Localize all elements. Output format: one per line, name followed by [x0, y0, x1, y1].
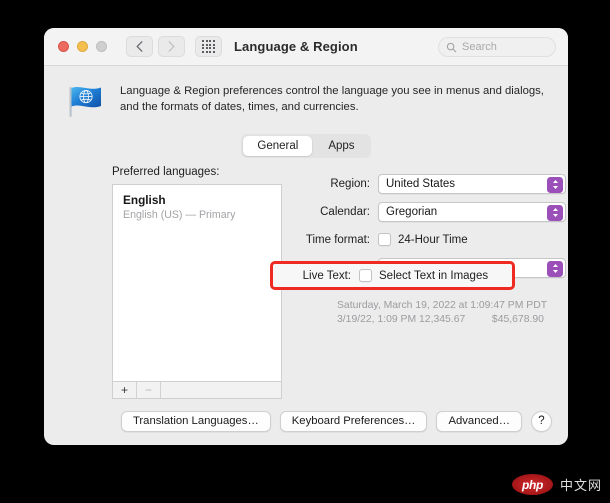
live-text-highlight-box: Live Text: Select Text in Images	[270, 261, 515, 290]
translation-languages-button[interactable]: Translation Languages…	[120, 410, 271, 432]
grid-icon	[202, 40, 215, 53]
search-input[interactable]: Search	[438, 37, 556, 57]
live-text-row: Live Text: Select Text in Images	[299, 269, 488, 282]
chevron-right-icon	[168, 41, 175, 52]
tab-strip: General Apps	[241, 134, 371, 158]
traffic-lights	[58, 41, 107, 52]
close-button-icon[interactable]	[58, 41, 69, 52]
region-row: Region: United States	[296, 172, 566, 195]
language-detail: English (US) — Primary	[123, 209, 236, 221]
sample-short-date: 3/19/22, 1:09 PM	[337, 314, 417, 325]
time-format-label: Time format:	[305, 233, 370, 246]
show-all-button[interactable]	[195, 36, 222, 57]
help-button[interactable]: ?	[531, 410, 552, 432]
calendar-label: Calendar:	[320, 205, 370, 218]
chevron-updown-icon	[547, 176, 563, 193]
globe-flag-icon	[69, 86, 101, 117]
remove-language-button: −	[137, 382, 161, 398]
sample-number: 12,345.67	[419, 314, 466, 325]
php-logo: php	[511, 474, 553, 495]
sample-long-datetime: Saturday, March 19, 2022 at 1:09:47 PM P…	[337, 300, 548, 311]
advanced-button[interactable]: Advanced…	[436, 410, 522, 432]
list-item[interactable]: English English (US) — Primary	[113, 185, 281, 227]
add-language-button[interactable]: +	[113, 382, 137, 398]
footer-toolbar: Translation Languages… Keyboard Preferen…	[44, 397, 568, 445]
preferred-languages-section: Preferred languages: English English (US…	[112, 166, 282, 399]
window-titlebar: Language & Region Search	[44, 28, 568, 66]
language-name: English	[123, 193, 166, 207]
keyboard-preferences-button[interactable]: Keyboard Preferences…	[279, 410, 428, 432]
sample-currency: $45,678.90	[491, 314, 544, 325]
region-popup-button[interactable]: United States	[378, 173, 566, 194]
zoom-button-icon	[96, 41, 107, 52]
toolbar-filler	[161, 382, 281, 398]
search-placeholder: Search	[462, 41, 497, 53]
tab-general[interactable]: General	[243, 136, 313, 156]
forward-button	[158, 36, 185, 57]
back-button[interactable]	[126, 36, 153, 57]
preferences-description: Language & Region preferences control th…	[120, 85, 544, 114]
navigation-buttons	[126, 36, 185, 57]
select-text-in-images-checkbox[interactable]	[359, 269, 372, 282]
tab-apps[interactable]: Apps	[314, 136, 368, 156]
preferred-languages-label: Preferred languages:	[112, 166, 220, 178]
preferences-window: Language & Region Search Language & Regi…	[44, 28, 568, 445]
general-pane: Preferred languages: English English (US…	[56, 166, 566, 421]
watermark-text: 中文网	[559, 478, 602, 493]
region-label: Region:	[330, 177, 370, 190]
chevron-left-icon	[136, 41, 143, 52]
calendar-value: Gregorian	[386, 205, 438, 218]
live-text-checkbox-group[interactable]: Select Text in Images	[359, 269, 488, 282]
calendar-popup-button[interactable]: Gregorian	[378, 201, 566, 222]
chevron-updown-icon	[547, 260, 563, 277]
minimize-button-icon[interactable]	[77, 41, 88, 52]
format-sample: Saturday, March 19, 2022 at 1:09:47 PM P…	[337, 299, 547, 327]
sample-short-values: 3/19/22, 1:09 PM 12,345.67 $45,678.90	[337, 313, 547, 327]
preferences-header: Language & Region preferences control th…	[44, 66, 568, 128]
chevron-updown-icon	[547, 204, 563, 221]
time-format-row: Time format: 24-Hour Time	[296, 228, 566, 251]
watermark: php 中文网	[511, 474, 602, 495]
24-hour-time-label: 24-Hour Time	[398, 233, 468, 246]
region-value: United States	[386, 177, 456, 190]
time-format-checkbox-group[interactable]: 24-Hour Time	[378, 233, 468, 246]
search-icon	[446, 42, 457, 52]
select-text-in-images-label: Select Text in Images	[379, 269, 489, 282]
window-title: Language & Region	[234, 39, 358, 54]
language-list[interactable]: English English (US) — Primary	[112, 184, 282, 382]
live-text-label: Live Text:	[302, 269, 351, 282]
24-hour-time-checkbox[interactable]	[378, 233, 391, 246]
tab-bar: General Apps	[44, 134, 568, 158]
calendar-row: Calendar: Gregorian	[296, 200, 566, 223]
